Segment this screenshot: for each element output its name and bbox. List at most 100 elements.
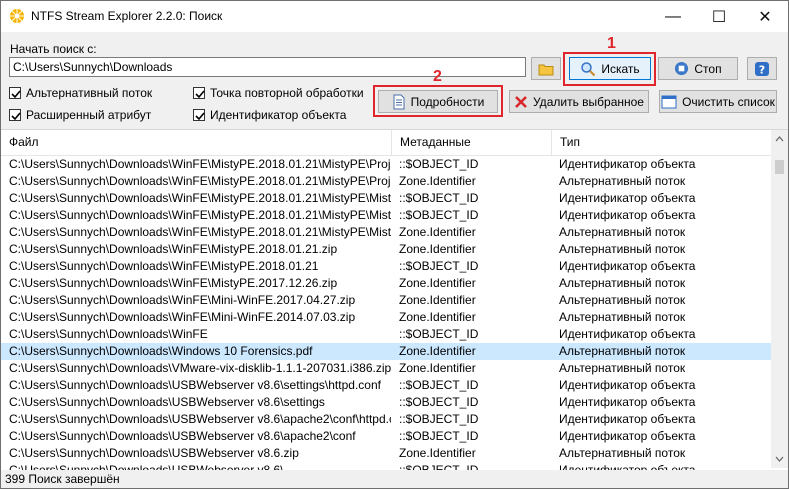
table-row[interactable]: C:\Users\Sunnych\Downloads\WinFE\Mini-Wi… [1,292,771,309]
table-row[interactable]: C:\Users\Sunnych\Downloads\WinFE\Mini-Wi… [1,309,771,326]
checkbox-label: Расширенный атрибут [26,108,152,122]
table-row[interactable]: C:\Users\Sunnych\Downloads\WinFE\MistyPE… [1,241,771,258]
main-window: NTFS Stream Explorer 2.2.0: Поиск — ☐ ✕ … [0,0,789,489]
cell-type: Альтернативный поток [559,361,686,375]
table-row[interactable]: C:\Users\Sunnych\Downloads\USBWebserver … [1,394,771,411]
cell-file: C:\Users\Sunnych\Downloads\WinFE\MistyPE… [9,191,391,205]
column-header-file[interactable]: Файл [1,130,391,155]
cell-file: C:\Users\Sunnych\Downloads\WinFE\MistyPE… [9,157,391,171]
list-rows: C:\Users\Sunnych\Downloads\WinFE\MistyPE… [1,156,771,470]
table-row[interactable]: C:\Users\Sunnych\Downloads\WinFE::$OBJEC… [1,326,771,343]
clear-list-icon [661,95,677,108]
cell-metadata: ::$OBJECT_ID [399,259,479,273]
table-row[interactable]: C:\Users\Sunnych\Downloads\WinFE\MistyPE… [1,190,771,207]
checkbox-label: Точка повторной обработки [210,86,364,100]
checkbox-box [193,87,205,99]
cell-metadata: ::$OBJECT_ID [399,157,479,171]
cell-type: Идентификатор объекта [559,208,696,222]
cell-file: C:\Users\Sunnych\Downloads\WinFE\MistyPE… [9,174,391,188]
table-row[interactable]: C:\Users\Sunnych\Downloads\USBWebserver … [1,411,771,428]
browse-folder-button[interactable] [531,57,561,80]
stop-icon [675,61,689,76]
cell-metadata: Zone.Identifier [399,276,476,290]
table-row[interactable]: C:\Users\Sunnych\Downloads\USBWebserver … [1,377,771,394]
cell-file: C:\Users\Sunnych\Downloads\WinFE\MistyPE… [9,225,391,239]
extended-attribute-checkbox[interactable]: Расширенный атрибут [9,108,151,122]
highlight-box-2 [373,85,503,117]
column-header-metadata[interactable]: Метаданные [391,130,551,155]
cell-metadata: Zone.Identifier [399,293,476,307]
results-list[interactable]: Файл Метаданные Тип C:\Users\Sunnych\Dow… [1,129,788,471]
table-row[interactable]: C:\Users\Sunnych\Downloads\VMware-vix-di… [1,360,771,377]
cell-file: C:\Users\Sunnych\Downloads\WinFE\MistyPE… [9,276,338,290]
cell-file: C:\Users\Sunnych\Downloads\Windows 10 Fo… [9,344,313,358]
table-row[interactable]: C:\Users\Sunnych\Downloads\WinFE\MistyPE… [1,173,771,190]
cell-metadata: ::$OBJECT_ID [399,378,479,392]
checkbox-label: Идентификатор объекта [210,108,347,122]
table-row[interactable]: C:\Users\Sunnych\Downloads\WinFE\MistyPE… [1,156,771,173]
search-path-input[interactable] [9,57,526,77]
highlight-box-1 [563,52,656,86]
list-header: Файл Метаданные Тип [1,130,771,156]
column-header-type[interactable]: Тип [551,130,771,155]
cell-file: C:\Users\Sunnych\Downloads\USBWebserver … [9,378,381,392]
minimize-button[interactable]: — [650,1,696,32]
close-button[interactable]: ✕ [742,1,788,32]
table-row[interactable]: C:\Users\Sunnych\Downloads\WinFE\MistyPE… [1,258,771,275]
checkbox-box [9,109,21,121]
status-bar: 399 Поиск завершён [1,470,788,488]
status-text: 399 Поиск завершён [5,472,120,486]
alternate-stream-checkbox[interactable]: Альтернативный поток [9,86,152,100]
table-row[interactable]: C:\Users\Sunnych\Downloads\WinFE\MistyPE… [1,275,771,292]
cell-type: Идентификатор объекта [559,157,696,171]
cell-metadata: ::$OBJECT_ID [399,395,479,409]
cell-type: Идентификатор объекта [559,395,696,409]
table-row[interactable]: C:\Users\Sunnych\Downloads\WinFE\MistyPE… [1,207,771,224]
close-icon: ✕ [758,8,772,26]
scroll-down-arrow-icon [775,456,784,462]
clear-list-button[interactable]: Очистить список [659,90,777,113]
cell-type: Идентификатор объекта [559,412,696,426]
cell-metadata: ::$OBJECT_ID [399,429,479,443]
scrollbar-thumb[interactable] [775,160,784,174]
cell-metadata: Zone.Identifier [399,242,476,256]
cell-metadata: ::$OBJECT_ID [399,327,479,341]
window-title: NTFS Stream Explorer 2.2.0: Поиск [31,9,223,23]
title-bar: NTFS Stream Explorer 2.2.0: Поиск — ☐ ✕ [1,1,788,32]
object-id-checkbox[interactable]: Идентификатор объекта [193,108,346,122]
table-row[interactable]: C:\Users\Sunnych\Downloads\USBWebserver … [1,428,771,445]
cell-metadata: ::$OBJECT_ID [399,208,479,222]
table-row[interactable]: C:\Users\Sunnych\Downloads\Windows 10 Fo… [1,343,771,360]
cell-type: Альтернативный поток [559,446,686,460]
table-row[interactable]: C:\Users\Sunnych\Downloads\USBWebserver … [1,445,771,462]
cell-file: C:\Users\Sunnych\Downloads\WinFE [9,327,208,341]
checkmark-icon [195,112,205,121]
cell-file: C:\Users\Sunnych\Downloads\USBWebserver … [9,395,325,409]
stop-button-label: Стоп [694,61,722,76]
folder-icon [538,64,554,75]
cell-file: C:\Users\Sunnych\Downloads\WinFE\MistyPE… [9,242,338,256]
cell-metadata: Zone.Identifier [399,446,476,460]
checkbox-box [193,109,205,121]
cell-file: C:\Users\Sunnych\Downloads\WinFE\Mini-Wi… [9,293,356,307]
delete-icon [515,95,527,108]
app-icon [10,9,24,23]
cell-type: Альтернативный поток [559,293,686,307]
reparse-point-checkbox[interactable]: Точка повторной обработки [193,86,364,100]
scroll-up-arrow-icon [775,136,784,142]
cell-metadata: ::$OBJECT_ID [399,412,479,426]
cell-file: C:\Users\Sunnych\Downloads\WinFE\MistyPE… [9,259,319,273]
stop-button[interactable]: Стоп [658,57,738,80]
maximize-button[interactable]: ☐ [696,1,742,32]
vertical-scrollbar[interactable] [771,130,788,468]
cell-metadata: Zone.Identifier [399,361,476,375]
cell-type: Идентификатор объекта [559,191,696,205]
cell-file: C:\Users\Sunnych\Downloads\WinFE\MistyPE… [9,208,391,222]
help-button[interactable]: ? [747,57,777,80]
cell-type: Альтернативный поток [559,174,686,188]
cell-type: Альтернативный поток [559,310,686,324]
delete-selected-button[interactable]: Удалить выбранное [509,90,649,113]
checkbox-box [9,87,21,99]
minimize-icon: — [665,7,681,25]
table-row[interactable]: C:\Users\Sunnych\Downloads\WinFE\MistyPE… [1,224,771,241]
